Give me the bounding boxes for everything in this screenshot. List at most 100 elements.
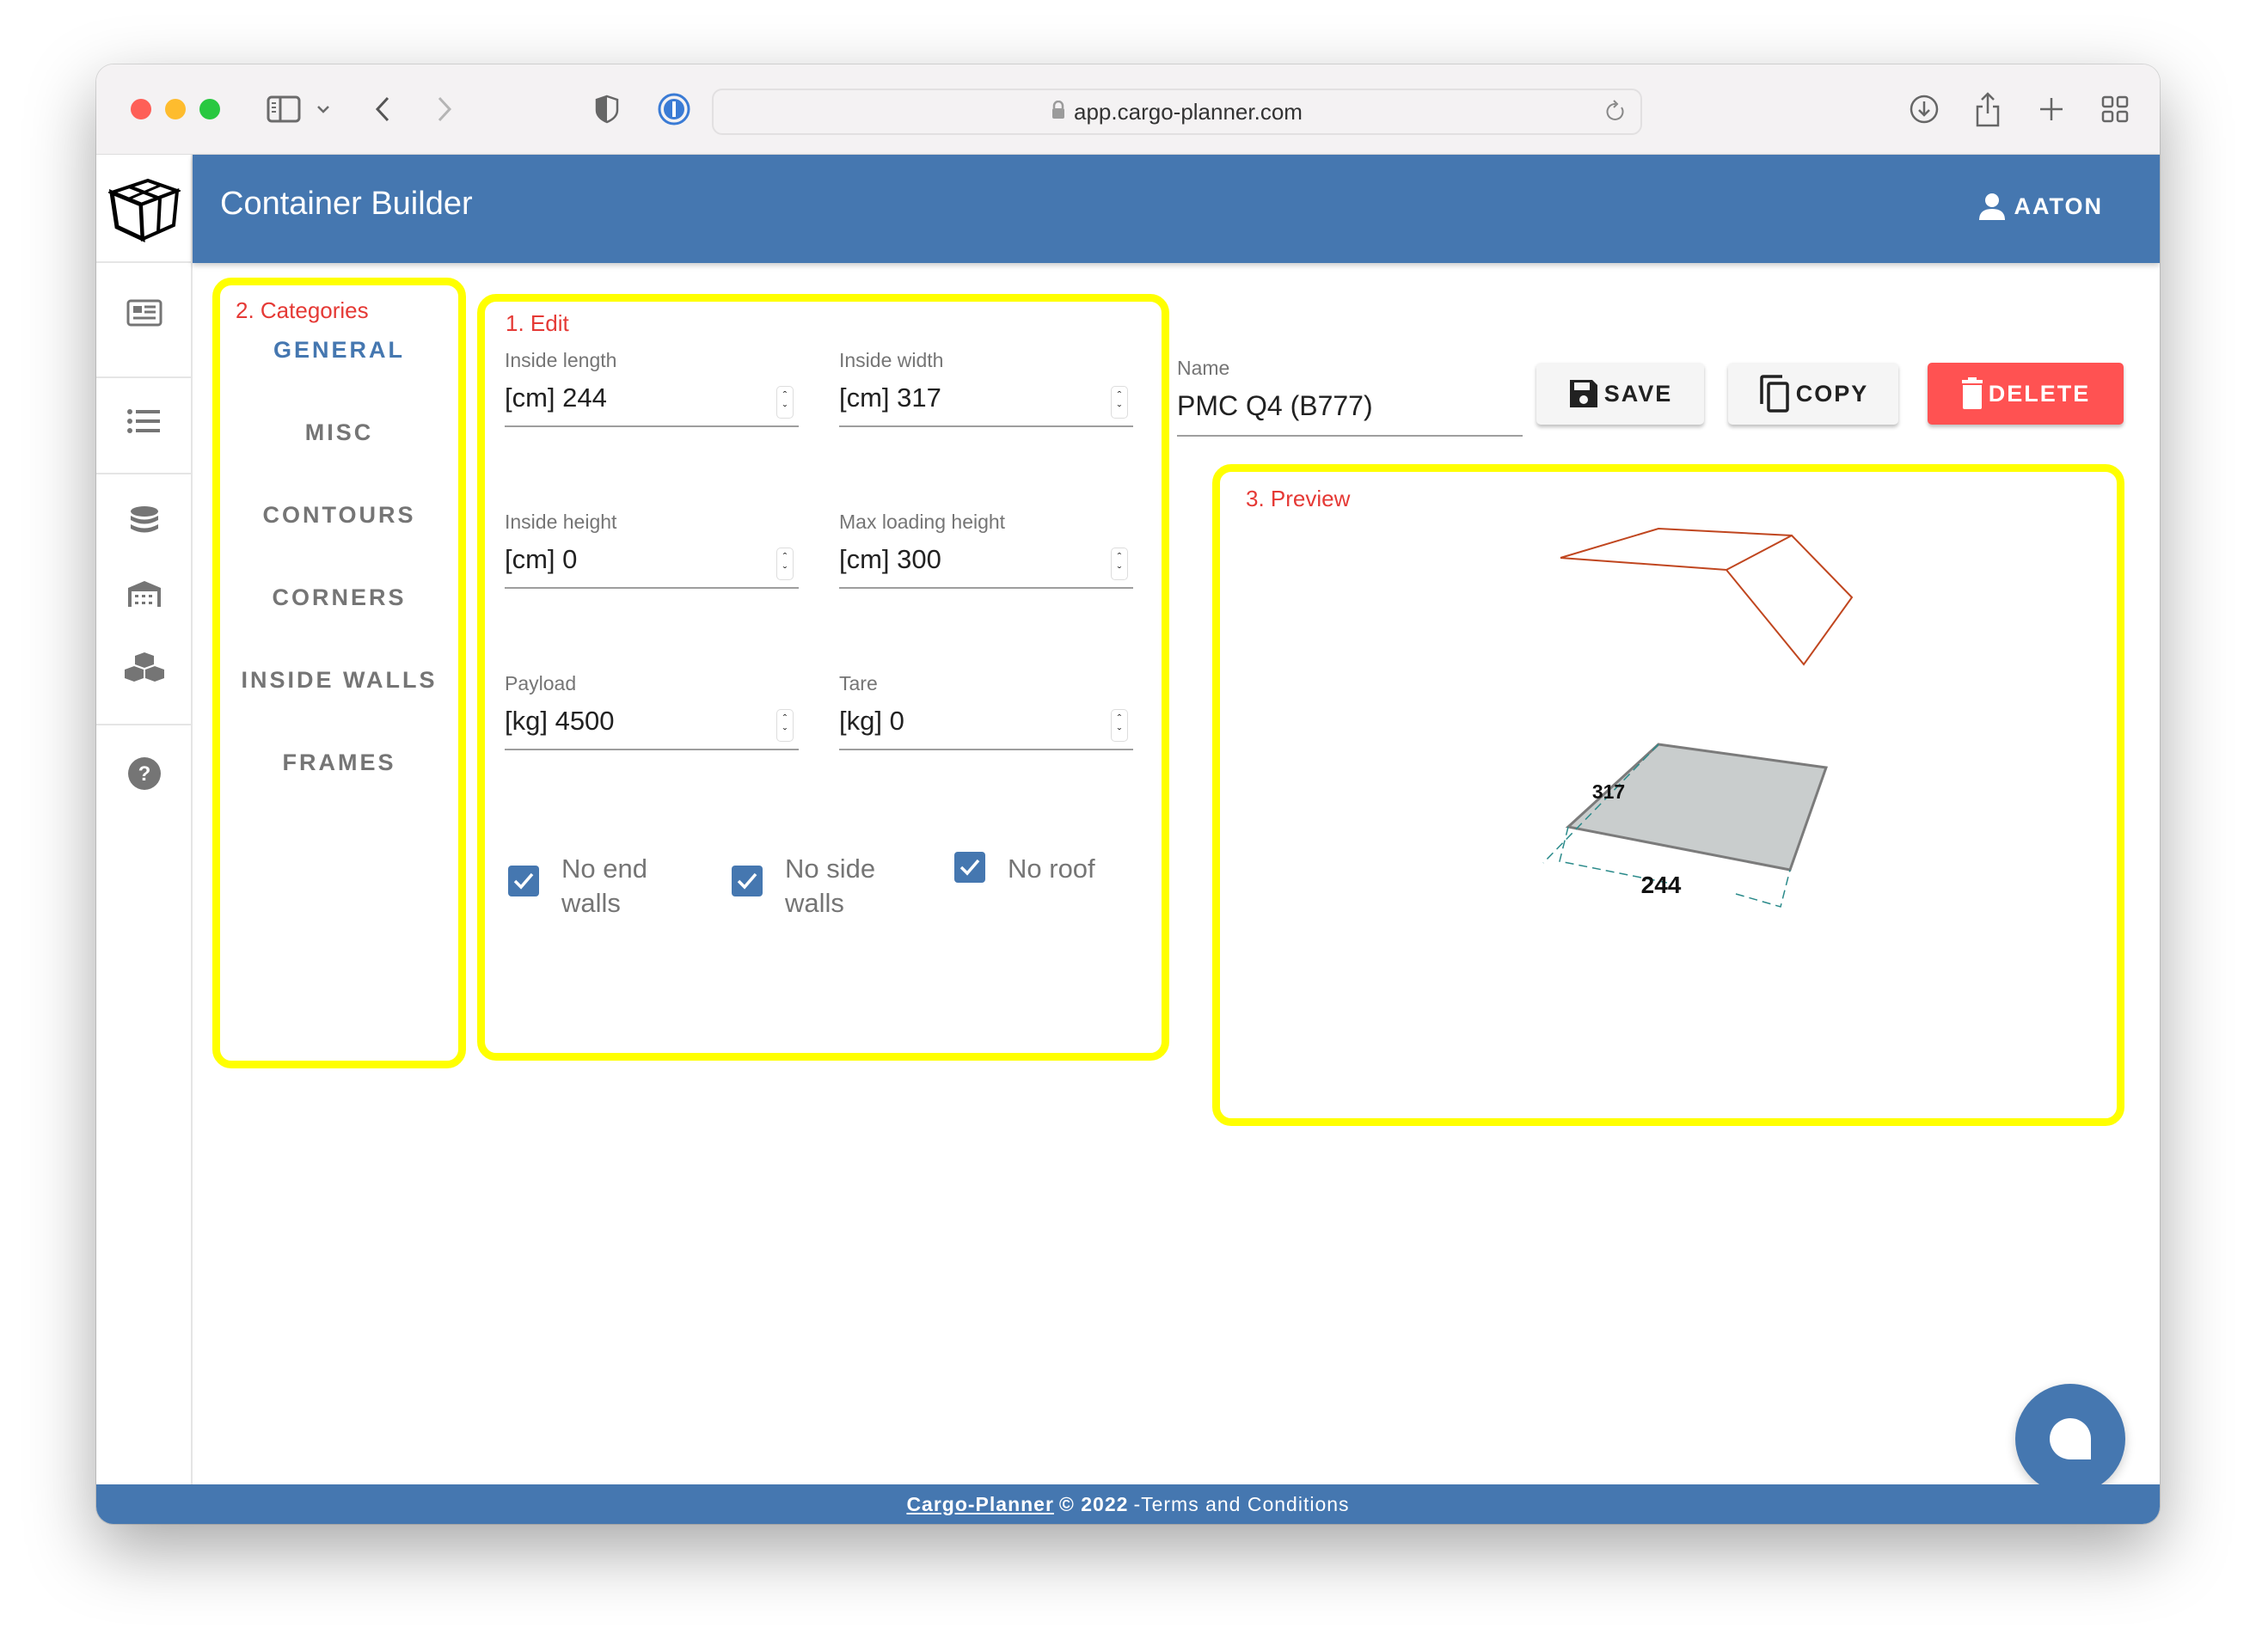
- number-spinner[interactable]: ˆˇ: [776, 548, 794, 580]
- rail-item-lists[interactable]: [96, 374, 193, 468]
- category-tab-inside-walls[interactable]: INSIDE WALLS: [220, 667, 458, 694]
- field-value: [cm] 300: [839, 544, 941, 574]
- category-tab-misc[interactable]: MISC: [220, 419, 458, 446]
- categories-panel: 2. Categories GENERAL MISC CONTOURS CORN…: [212, 278, 466, 1068]
- password-manager-icon[interactable]: [655, 90, 693, 128]
- back-icon[interactable]: [370, 90, 395, 128]
- container-3d-preview[interactable]: 244 317: [1220, 472, 2117, 1118]
- app-root: ? Container Builder AATON 2. Categories …: [96, 155, 2160, 1524]
- sidebar-toggle-icon[interactable]: [265, 90, 303, 128]
- url-text: app.cargo-planner.com: [1074, 98, 1303, 125]
- lock-icon: [1051, 100, 1065, 124]
- reload-icon[interactable]: [1604, 99, 1627, 129]
- share-icon[interactable]: [1971, 90, 2005, 128]
- rail-item-cargo[interactable]: [96, 623, 193, 709]
- chat-support-button[interactable]: [2015, 1384, 2125, 1494]
- article-icon: [126, 299, 162, 327]
- max-loading-height-input[interactable]: [cm] 300 ˆˇ: [839, 544, 1133, 589]
- number-spinner[interactable]: ˆˇ: [776, 386, 794, 419]
- warehouse-icon: [128, 581, 161, 607]
- tare-field[interactable]: Tare [kg] 0 ˆˇ: [839, 672, 1133, 750]
- edit-panel: 1. Edit Inside length [cm] 244 ˆˇ Inside…: [477, 294, 1169, 1061]
- save-label: SAVE: [1603, 380, 1673, 407]
- cargo-planner-link[interactable]: Cargo-Planner: [906, 1493, 1053, 1516]
- field-label: Inside width: [839, 349, 944, 371]
- tare-input[interactable]: [kg] 0 ˆˇ: [839, 706, 1133, 750]
- user-name: AATON: [2014, 193, 2103, 219]
- no-end-walls-checkbox[interactable]: No end walls: [508, 852, 690, 921]
- field-label: Payload: [505, 672, 577, 694]
- inside-length-input[interactable]: [cm] 244 ˆˇ: [505, 382, 799, 427]
- name-value: PMC Q4 (B777): [1177, 390, 1373, 421]
- checkbox-label: No side walls: [785, 854, 876, 918]
- download-icon[interactable]: [1907, 90, 1941, 128]
- close-window-button[interactable]: [131, 99, 151, 119]
- list-icon: [127, 409, 160, 433]
- save-button[interactable]: SAVE: [1536, 363, 1704, 425]
- checkbox-checked[interactable]: [508, 866, 539, 896]
- field-label: Inside height: [505, 511, 617, 533]
- copy-icon: [1759, 375, 1789, 413]
- delete-button[interactable]: DELETE: [1928, 363, 2124, 425]
- box-logo-icon: [108, 178, 181, 242]
- check-icon: [737, 872, 757, 890]
- inside-height-input[interactable]: [cm] 0 ˆˇ: [505, 544, 799, 589]
- copy-label: COPY: [1795, 380, 1869, 407]
- inside-width-field[interactable]: Inside width [cm] 317 ˆˇ: [839, 349, 1133, 427]
- account-icon: [1978, 193, 2005, 220]
- checkbox-label: No roof: [1008, 854, 1095, 884]
- user-menu-button[interactable]: AATON: [1978, 193, 2104, 220]
- category-tab-general[interactable]: GENERAL: [220, 337, 458, 364]
- copy-button[interactable]: COPY: [1728, 363, 1898, 425]
- terms-link[interactable]: -Terms and Conditions: [1133, 1493, 1349, 1516]
- payload-field[interactable]: Payload [kg] 4500 ˆˇ: [505, 672, 799, 750]
- floor-plate: [1565, 743, 1829, 872]
- no-roof-checkbox[interactable]: No roof: [954, 838, 1137, 886]
- roof-contour-wireframe: [1560, 527, 1854, 666]
- number-spinner[interactable]: ˆˇ: [1111, 386, 1128, 419]
- chevron-down-icon[interactable]: [313, 90, 334, 128]
- app-logo[interactable]: [96, 155, 193, 263]
- number-spinner[interactable]: ˆˇ: [1111, 709, 1128, 742]
- tab-overview-icon[interactable]: [2098, 90, 2132, 128]
- checkbox-label: No end walls: [561, 854, 647, 918]
- floppy-disk-icon: [1569, 380, 1597, 407]
- name-label: Name: [1177, 357, 1230, 379]
- maximize-window-button[interactable]: [199, 99, 220, 119]
- inside-width-input[interactable]: [cm] 317 ˆˇ: [839, 382, 1133, 427]
- payload-input[interactable]: [kg] 4500 ˆˇ: [505, 706, 799, 750]
- name-input[interactable]: PMC Q4 (B777): [1177, 390, 1523, 437]
- category-tab-corners[interactable]: CORNERS: [220, 584, 458, 611]
- name-field[interactable]: Name PMC Q4 (B777): [1177, 357, 1523, 437]
- number-spinner[interactable]: ˆˇ: [1111, 548, 1128, 580]
- rail-item-loadplans[interactable]: [96, 266, 193, 359]
- edit-annotation: 1. Edit: [506, 310, 569, 336]
- inside-height-field[interactable]: Inside height [cm] 0 ˆˇ: [505, 511, 799, 589]
- category-tab-contours[interactable]: CONTOURS: [220, 502, 458, 529]
- chat-bubble-icon: [2050, 1418, 2091, 1459]
- field-label: Tare: [839, 672, 878, 694]
- rail-item-help[interactable]: ?: [96, 726, 193, 821]
- navigation-rail: ?: [96, 155, 193, 1484]
- inside-length-field[interactable]: Inside length [cm] 244 ˆˇ: [505, 349, 799, 427]
- category-tab-frames[interactable]: FRAMES: [220, 750, 458, 776]
- forward-icon[interactable]: [432, 90, 457, 128]
- copyright-text: © 2022: [1058, 1492, 1129, 1515]
- checkbox-checked[interactable]: [732, 866, 763, 896]
- minimize-window-button[interactable]: [165, 99, 186, 119]
- no-side-walls-checkbox[interactable]: No side walls: [732, 852, 914, 921]
- field-value: [kg] 0: [839, 706, 904, 736]
- number-spinner[interactable]: ˆˇ: [776, 709, 794, 742]
- new-tab-icon[interactable]: [2034, 90, 2069, 128]
- app-header: Container Builder AATON: [193, 155, 2160, 263]
- max-loading-height-field[interactable]: Max loading height [cm] 300 ˆˇ: [839, 511, 1133, 589]
- field-value: [kg] 4500: [505, 706, 615, 736]
- checkbox-checked[interactable]: [954, 852, 985, 883]
- field-value: [cm] 0: [505, 544, 578, 574]
- browser-window: app.cargo-planner.com ? Container Builde…: [96, 64, 2160, 1524]
- length-dimension-label: 244: [1641, 872, 1682, 898]
- help-icon: ?: [128, 757, 161, 790]
- address-bar[interactable]: app.cargo-planner.com: [712, 89, 1642, 135]
- shield-icon[interactable]: [592, 90, 622, 128]
- field-label: Max loading height: [839, 511, 1006, 533]
